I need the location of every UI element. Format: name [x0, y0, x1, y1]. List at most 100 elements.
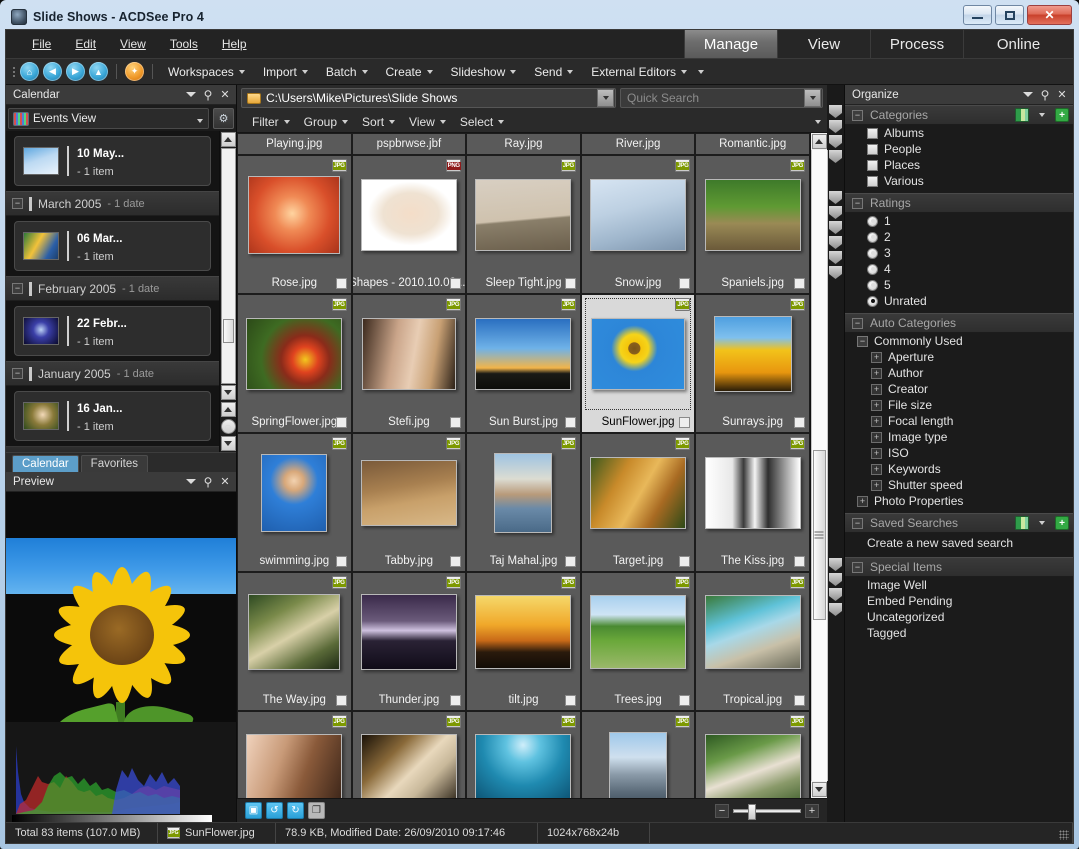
scroll-thumb[interactable]: [223, 319, 234, 343]
calendar-group[interactable]: − April 2004 - 2 dates: [6, 446, 219, 452]
collapse-icon[interactable]: −: [852, 562, 863, 573]
scroll-track[interactable]: [811, 150, 828, 781]
search-dropdown-button[interactable]: [804, 89, 821, 107]
thumbnail-checkbox[interactable]: [565, 417, 576, 428]
expand-icon[interactable]: +: [857, 496, 868, 507]
tag-icon[interactable]: [829, 191, 842, 204]
panel-menu-icon[interactable]: [1021, 88, 1035, 102]
scroll-thumb[interactable]: [813, 450, 826, 620]
scroll-bottom-button[interactable]: [221, 436, 236, 451]
special-item-image-well[interactable]: Image Well: [845, 577, 1073, 593]
expand-icon[interactable]: +: [871, 416, 882, 427]
view-button[interactable]: View: [402, 112, 453, 132]
section-header-ratings[interactable]: − Ratings: [845, 193, 1073, 213]
thumbnail-checkbox[interactable]: [679, 556, 690, 567]
section-header-saved-searches[interactable]: − Saved Searches +: [845, 513, 1073, 533]
thumbnail-checkbox[interactable]: [794, 417, 805, 428]
toolbar-send[interactable]: Send: [525, 61, 582, 83]
menu-tools[interactable]: Tools: [158, 32, 210, 56]
auto-category-image-type[interactable]: +Image type: [845, 429, 1073, 445]
group-button[interactable]: Group: [297, 112, 355, 132]
filter-overflow-icon[interactable]: [815, 120, 821, 124]
categories-icon[interactable]: [1015, 108, 1029, 122]
section-header-categories[interactable]: − Categories +: [845, 105, 1073, 125]
zoom-track[interactable]: [733, 809, 801, 813]
tag-icon[interactable]: [829, 573, 842, 586]
thumbnail-checkbox[interactable]: [336, 556, 347, 567]
category-item-various[interactable]: Various: [845, 173, 1073, 189]
expand-icon[interactable]: +: [871, 368, 882, 379]
menu-edit[interactable]: Edit: [63, 32, 108, 56]
auto-category-iso[interactable]: +ISO: [845, 445, 1073, 461]
radio-selected[interactable]: [867, 296, 878, 307]
quick-search[interactable]: Quick Search: [620, 88, 823, 108]
tab-process[interactable]: Process: [870, 30, 963, 58]
auto-category-photo-properties[interactable]: +Photo Properties: [845, 493, 1073, 509]
pin-icon[interactable]: ⚲: [201, 88, 215, 102]
calendar-entry[interactable]: 22 Febr... - 1 item: [14, 306, 211, 356]
tag-icon[interactable]: [829, 150, 842, 163]
menu-help[interactable]: Help: [210, 32, 259, 56]
duplicate-icon[interactable]: ❐: [308, 802, 325, 819]
scroll-down-button[interactable]: [221, 385, 236, 400]
minimize-button[interactable]: [963, 5, 992, 25]
thumbnail-cell[interactable]: JPG Wedding 1.jpg: [695, 711, 810, 798]
collapse-icon[interactable]: −: [857, 336, 868, 347]
radio[interactable]: [867, 264, 878, 275]
collapse-icon[interactable]: −: [852, 518, 863, 529]
add-category-icon[interactable]: +: [1055, 108, 1069, 122]
thumbnail-cell[interactable]: JPG Spaniels.jpg: [695, 155, 810, 294]
tab-manage[interactable]: Manage: [684, 30, 777, 58]
rating-item-2[interactable]: 2: [845, 229, 1073, 245]
grid-header-cell[interactable]: Playing.jpg: [237, 133, 352, 155]
thumbnail-cell[interactable]: JPG Trees.jpg: [581, 572, 696, 711]
thumbnail-cell[interactable]: PNG Shapes - 2010.10.02 ...: [352, 155, 467, 294]
back-icon[interactable]: ◀: [43, 62, 62, 81]
rating-item-4[interactable]: 4: [845, 261, 1073, 277]
thumbnail-cell[interactable]: JPG tilt.jpg: [466, 572, 581, 711]
tag-icon[interactable]: [829, 236, 842, 249]
grid-header-cell[interactable]: River.jpg: [581, 133, 696, 155]
tag-icon[interactable]: [829, 105, 842, 118]
radio[interactable]: [867, 280, 878, 291]
acdsee-icon[interactable]: ✦: [125, 62, 144, 81]
auto-category-file-size[interactable]: +File size: [845, 397, 1073, 413]
scroll-up-button[interactable]: [221, 132, 236, 147]
collapse-icon[interactable]: −: [852, 318, 863, 329]
collapse-icon[interactable]: −: [852, 198, 863, 209]
tab-online[interactable]: Online: [963, 30, 1073, 58]
resize-grip[interactable]: [1059, 830, 1069, 840]
thumbnail-checkbox[interactable]: [679, 278, 690, 289]
thumbnail-cell[interactable]: JPG Sleep Tight.jpg: [466, 155, 581, 294]
filter-button[interactable]: Filter: [245, 112, 297, 132]
thumbnail-checkbox[interactable]: [450, 278, 461, 289]
thumbnail-checkbox[interactable]: [450, 556, 461, 567]
rotate-left-icon[interactable]: ↺: [266, 802, 283, 819]
gear-icon[interactable]: ⚙: [213, 108, 234, 129]
saved-search-icon[interactable]: [1015, 516, 1029, 530]
radio[interactable]: [867, 248, 878, 259]
thumbnail-cell[interactable]: JPG Uncle Mike.jpg: [352, 711, 467, 798]
thumbnail-checkbox[interactable]: [336, 417, 347, 428]
close-icon[interactable]: ✕: [1055, 88, 1069, 102]
section-header-auto-categories[interactable]: − Auto Categories: [845, 313, 1073, 333]
collapse-icon[interactable]: −: [12, 368, 23, 379]
close-button[interactable]: ✕: [1027, 5, 1072, 25]
toolbar-grip[interactable]: [10, 64, 18, 80]
thumbnail-cell[interactable]: JPG swimming.jpg: [237, 433, 352, 572]
thumbnail-cell[interactable]: JPG Sun Burst.jpg: [466, 294, 581, 433]
calendar-view-select[interactable]: Events View: [8, 108, 209, 129]
toolbar-overflow-button[interactable]: [696, 66, 713, 78]
chevron-down-icon[interactable]: [1039, 113, 1045, 117]
calendar-group[interactable]: − January 2005 - 1 date: [6, 361, 219, 386]
expand-icon[interactable]: +: [871, 352, 882, 363]
toolbar-import[interactable]: Import: [254, 61, 317, 83]
panel-menu-icon[interactable]: [184, 475, 198, 489]
checkbox[interactable]: [867, 128, 878, 139]
thumbnail-cell[interactable]: JPG Thunder.jpg: [352, 572, 467, 711]
thumbnail-cell[interactable]: JPG Stefi.jpg: [352, 294, 467, 433]
calendar-group[interactable]: − March 2005 - 1 date: [6, 191, 219, 216]
thumbnail-cell[interactable]: JPG The Way.jpg: [237, 572, 352, 711]
address-dropdown-button[interactable]: [597, 89, 614, 107]
search-input[interactable]: Quick Search: [621, 91, 804, 105]
